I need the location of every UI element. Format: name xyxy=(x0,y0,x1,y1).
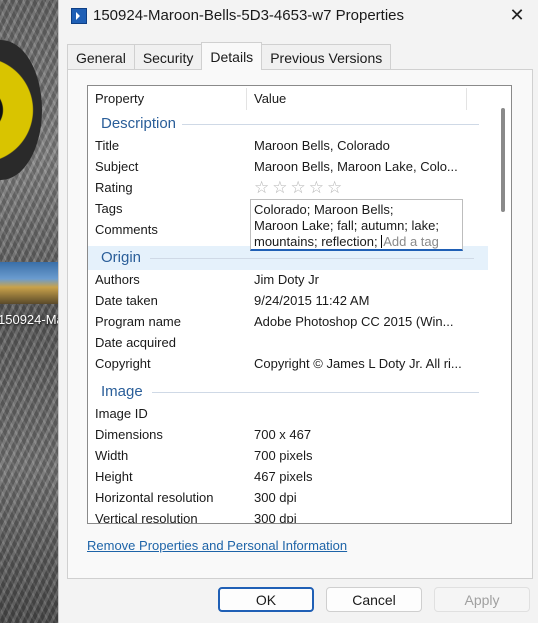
star-icon[interactable]: ☆ xyxy=(309,178,327,197)
tags-input[interactable]: Colorado; Maroon Bells; Maroon Lake; fal… xyxy=(250,199,463,251)
property-row[interactable]: Authors Jim Doty Jr xyxy=(88,270,493,291)
property-value[interactable]: Copyright © James L Doty Jr. All ri... xyxy=(254,356,468,371)
section-divider xyxy=(150,258,474,259)
section-title: Description xyxy=(101,115,177,132)
property-key: Subject xyxy=(95,159,139,174)
scrollbar-thumb[interactable] xyxy=(501,108,505,212)
vertical-scrollbar[interactable] xyxy=(493,86,511,523)
property-row[interactable]: Dimensions 700 x 467 xyxy=(88,425,493,446)
property-value[interactable]: 700 pixels xyxy=(254,448,468,463)
property-row[interactable]: Height 467 pixels xyxy=(88,467,493,488)
cancel-button[interactable]: Cancel xyxy=(326,587,422,612)
column-divider[interactable] xyxy=(246,88,247,110)
property-value[interactable]: 700 x 467 xyxy=(254,427,468,442)
tab-strip: General Security Details Previous Versio… xyxy=(67,42,392,70)
property-key: Date taken xyxy=(95,293,158,308)
star-icon[interactable]: ☆ xyxy=(291,178,309,197)
property-key: Image ID xyxy=(95,406,148,421)
desktop-file-icon[interactable] xyxy=(0,262,60,304)
list-header: Property Value xyxy=(88,86,493,111)
property-row[interactable]: Horizontal resolution 300 dpi xyxy=(88,488,493,509)
property-key: Title xyxy=(95,138,120,153)
star-icon[interactable]: ☆ xyxy=(272,178,290,197)
window-title: 150924-Maroon-Bells-5D3-4653-w7 Properti… xyxy=(93,7,404,24)
rating-stars[interactable]: ☆☆☆☆☆ xyxy=(254,178,345,198)
property-key: Vertical resolution xyxy=(95,511,198,524)
apply-button[interactable]: Apply xyxy=(434,587,530,612)
property-key: Comments xyxy=(95,222,158,237)
file-type-icon xyxy=(71,8,87,24)
star-icon[interactable]: ☆ xyxy=(327,178,345,197)
property-row[interactable]: Program name Adobe Photoshop CC 2015 (Wi… xyxy=(88,312,493,333)
dialog-button-bar: OK Cancel Apply xyxy=(59,583,538,623)
section-divider xyxy=(152,392,479,393)
tab-general[interactable]: General xyxy=(67,44,135,70)
property-key: Rating xyxy=(95,180,133,195)
property-value[interactable]: Adobe Photoshop CC 2015 (Win... xyxy=(254,314,468,329)
property-row[interactable]: Title Maroon Bells, Colorado xyxy=(88,136,493,157)
property-key: Horizontal resolution xyxy=(95,490,214,505)
property-value[interactable]: 300 dpi xyxy=(254,511,468,523)
property-key: Tags xyxy=(95,201,123,216)
property-key: Dimensions xyxy=(95,427,163,442)
section-title: Origin xyxy=(101,249,142,266)
remove-properties-link[interactable]: Remove Properties and Personal Informati… xyxy=(87,538,347,553)
ok-button[interactable]: OK xyxy=(218,587,314,612)
column-header-property[interactable]: Property xyxy=(95,91,144,106)
property-row[interactable]: Width 700 pixels xyxy=(88,446,493,467)
tags-line: mountains; reflection; xyxy=(254,234,378,249)
section-description: Description xyxy=(88,112,493,136)
properties-dialog: 150924-Maroon-Bells-5D3-4653-w7 Properti… xyxy=(58,0,538,623)
property-list[interactable]: Property Value Description Title Maroon … xyxy=(87,85,512,524)
tab-details[interactable]: Details xyxy=(201,42,263,70)
title-bar: 150924-Maroon-Bells-5D3-4653-w7 Properti… xyxy=(59,0,538,32)
property-value[interactable]: Maroon Bells, Colorado xyxy=(254,138,468,153)
property-row[interactable]: Image ID xyxy=(88,404,493,425)
property-row[interactable]: Subject Maroon Bells, Maroon Lake, Colo.… xyxy=(88,157,493,178)
section-image: Image xyxy=(88,380,493,404)
property-row[interactable]: Rating ☆☆☆☆☆ xyxy=(88,178,493,199)
tags-line: Maroon Lake; fall; autumn; lake; xyxy=(254,218,439,233)
desktop-file-label[interactable]: 150924-Ma xyxy=(0,312,60,327)
property-row[interactable]: Date acquired xyxy=(88,333,493,354)
section-divider xyxy=(182,124,479,125)
property-key: Authors xyxy=(95,272,140,287)
tab-security[interactable]: Security xyxy=(133,44,203,70)
property-row[interactable]: Date taken 9/24/2015 11:42 AM xyxy=(88,291,493,312)
property-value[interactable]: Jim Doty Jr xyxy=(254,272,468,287)
property-value[interactable]: 9/24/2015 11:42 AM xyxy=(254,293,468,308)
property-key: Width xyxy=(95,448,129,463)
property-key: Program name xyxy=(95,314,181,329)
wallpaper-owl-eye xyxy=(0,40,42,180)
section-title: Image xyxy=(101,383,143,400)
column-header-value[interactable]: Value xyxy=(254,91,286,106)
property-value[interactable]: 300 dpi xyxy=(254,490,468,505)
property-key: Copyright xyxy=(95,356,151,371)
close-button[interactable]: ✕ xyxy=(495,0,538,30)
close-icon: ✕ xyxy=(509,4,525,25)
tags-placeholder: Add a tag xyxy=(383,234,439,249)
property-value[interactable]: Maroon Bells, Maroon Lake, Colo... xyxy=(254,159,468,174)
column-divider[interactable] xyxy=(466,88,467,110)
property-row[interactable]: Copyright Copyright © James L Doty Jr. A… xyxy=(88,354,493,375)
property-key: Height xyxy=(95,469,133,484)
property-value[interactable]: 467 pixels xyxy=(254,469,468,484)
star-icon[interactable]: ☆ xyxy=(254,178,272,197)
property-key: Date acquired xyxy=(95,335,176,350)
tab-previous-versions[interactable]: Previous Versions xyxy=(261,44,392,70)
desktop-background: 150924-Ma xyxy=(0,0,60,623)
property-row[interactable]: Vertical resolution 300 dpi xyxy=(88,509,493,524)
tags-line: Colorado; Maroon Bells; xyxy=(254,202,394,217)
